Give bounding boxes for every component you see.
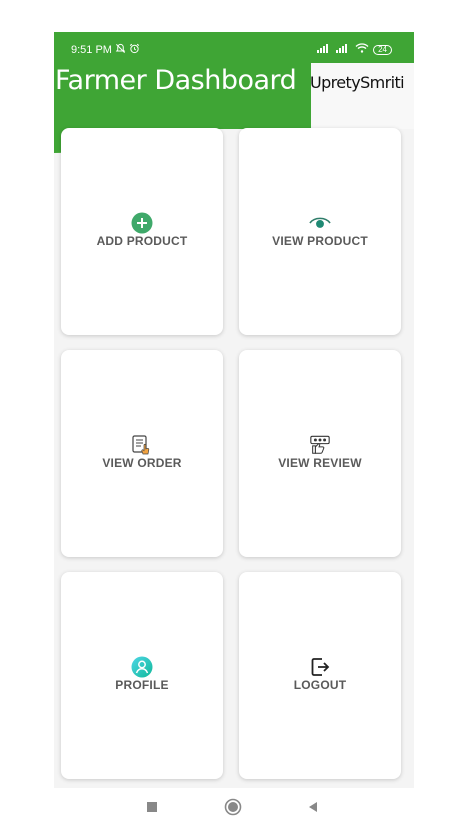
profile-card[interactable]: PROFILE <box>61 572 223 779</box>
logout-card[interactable]: LOGOUT <box>239 572 401 779</box>
alarm-icon <box>129 43 140 57</box>
view-review-label: VIEW REVIEW <box>278 456 362 470</box>
eye-icon <box>309 212 331 234</box>
system-nav-bar <box>0 788 456 826</box>
view-product-label: VIEW PRODUCT <box>272 234 368 248</box>
battery-indicator: 24 <box>373 44 392 55</box>
view-review-card[interactable]: VIEW REVIEW <box>239 350 401 557</box>
notifications-muted-icon <box>115 43 126 57</box>
signal-icon-2 <box>336 43 351 56</box>
signal-icon <box>317 43 332 56</box>
username: UpretySmriti <box>310 73 405 92</box>
app-screen: 9:51 PM 24 Farmer Dashboard UpretySmriti <box>54 32 414 788</box>
add-product-label: ADD PRODUCT <box>96 234 188 248</box>
order-icon <box>131 434 153 456</box>
profile-label: PROFILE <box>115 678 169 692</box>
status-bar: 9:51 PM 24 <box>54 32 414 63</box>
view-order-label: VIEW ORDER <box>102 456 182 470</box>
add-product-card[interactable]: ADD PRODUCT <box>61 128 223 335</box>
wifi-icon <box>355 43 369 56</box>
add-circle-icon <box>131 212 153 234</box>
recent-apps-button[interactable] <box>143 798 161 816</box>
page-title: Farmer Dashboard <box>55 65 297 96</box>
status-right: 24 <box>317 43 392 56</box>
profile-icon <box>131 656 153 678</box>
status-left: 9:51 PM <box>71 43 140 57</box>
status-time: 9:51 PM <box>71 44 112 56</box>
back-button[interactable] <box>304 798 322 816</box>
review-icon <box>309 434 331 456</box>
view-product-card[interactable]: VIEW PRODUCT <box>239 128 401 335</box>
logout-label: LOGOUT <box>293 678 347 692</box>
home-button[interactable] <box>224 798 242 816</box>
view-order-card[interactable]: VIEW ORDER <box>61 350 223 557</box>
logout-icon <box>309 656 331 678</box>
